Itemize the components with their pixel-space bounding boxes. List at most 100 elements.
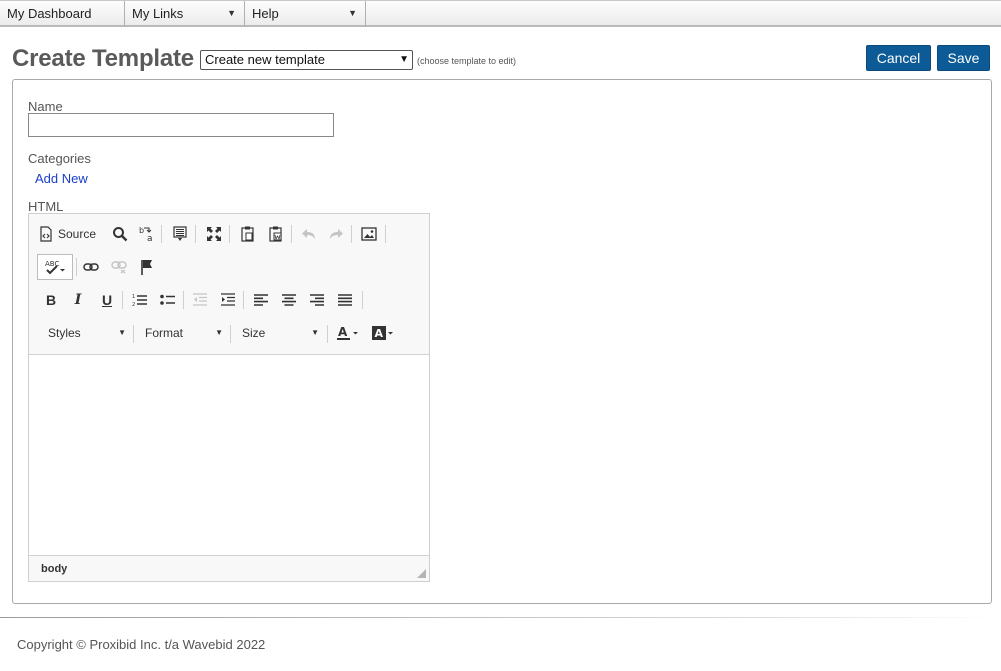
find-icon (113, 227, 128, 242)
undo-button[interactable] (298, 223, 320, 245)
bg-color-icon: A (372, 326, 393, 340)
anchor-icon (141, 260, 152, 275)
format-combo-label: Format (145, 326, 184, 340)
editor-path-bar: body (29, 555, 429, 581)
justify-button[interactable] (334, 289, 356, 311)
chevron-down-icon: ▼ (399, 54, 409, 65)
italic-icon[interactable]: I (67, 289, 89, 311)
html-editor: Source ba ABC B I U 1 2 Styles ▼ Format … (28, 213, 430, 582)
replace-icon: ba (139, 226, 153, 243)
svg-text:b: b (139, 226, 144, 235)
element-path-body[interactable]: body (41, 563, 67, 575)
footer-divider (0, 617, 1001, 618)
top-nav: My Dashboard My Links ▼ Help ▼ (0, 0, 1001, 27)
styles-combo-label: Styles (48, 326, 81, 340)
maximize-icon (207, 227, 221, 241)
save-button[interactable]: Save (937, 45, 990, 71)
name-input[interactable] (28, 113, 334, 137)
template-select[interactable]: Create new template ▼ (200, 50, 413, 70)
maximize-button[interactable] (203, 223, 225, 245)
resize-handle-icon[interactable] (417, 569, 426, 578)
add-new-category-link[interactable]: Add New (35, 171, 88, 186)
find-button[interactable] (109, 223, 131, 245)
template-select-value: Create new template (205, 52, 325, 67)
toolbar-separator (362, 291, 363, 309)
select-all-icon (173, 226, 187, 241)
redo-button[interactable] (325, 223, 347, 245)
source-icon (40, 226, 52, 242)
anchor-button[interactable] (136, 256, 158, 278)
size-combo[interactable]: Size ▼ (242, 323, 319, 343)
outdent-button[interactable] (189, 289, 211, 311)
replace-button[interactable]: ba (136, 223, 158, 245)
align-center-button[interactable] (278, 289, 300, 311)
underline-icon[interactable]: U (96, 289, 118, 311)
nav-my-dashboard-label: My Dashboard (7, 6, 92, 21)
toolbar-separator (195, 225, 196, 243)
svg-text:2: 2 (132, 302, 135, 307)
undo-icon (302, 229, 315, 239)
cancel-button[interactable]: Cancel (866, 45, 931, 71)
nav-my-links-label: My Links (132, 6, 184, 21)
link-button[interactable] (80, 256, 102, 278)
chevron-down-icon: ▼ (227, 8, 236, 18)
bg-color-button[interactable]: A (369, 322, 397, 344)
toolbar-separator (183, 291, 184, 309)
chevron-down-icon: ▼ (118, 328, 126, 337)
chevron-down-icon: ▼ (311, 328, 319, 337)
toolbar-separator (133, 325, 134, 343)
toolbar-separator (122, 291, 123, 309)
paste-word-icon (269, 226, 282, 242)
text-color-button[interactable]: A (334, 322, 362, 344)
editor-toolbar: Source ba ABC B I U 1 2 Styles ▼ Format … (29, 214, 429, 355)
size-combo-label: Size (242, 326, 266, 340)
footer-copyright: Copyright © Proxibid Inc. t/a Wavebid 20… (17, 637, 266, 652)
numbered-list-icon: 12 (132, 294, 147, 307)
image-button[interactable] (358, 223, 380, 245)
toolbar-separator (161, 225, 162, 243)
source-label: Source (58, 227, 97, 241)
select-all-button[interactable] (169, 223, 191, 245)
image-icon (361, 227, 377, 241)
page-title: Create Template (12, 45, 194, 72)
align-right-icon (310, 294, 324, 306)
justify-icon (338, 294, 352, 306)
paste-word-button[interactable] (265, 223, 287, 245)
nav-help[interactable]: Help ▼ (245, 1, 366, 26)
align-left-button[interactable] (250, 289, 272, 311)
outdent-icon (193, 293, 207, 306)
toolbar-separator (230, 325, 231, 343)
paste-icon (241, 226, 254, 242)
svg-text:A: A (375, 327, 384, 340)
numbered-list-button[interactable]: 12 (129, 289, 151, 311)
indent-button[interactable] (217, 289, 239, 311)
align-right-button[interactable] (306, 289, 328, 311)
paste-button[interactable] (237, 223, 259, 245)
source-button[interactable]: Source (39, 223, 105, 245)
name-label: Name (28, 99, 63, 114)
nav-my-links[interactable]: My Links ▼ (125, 1, 245, 26)
categories-label: Categories (28, 151, 91, 166)
svg-text:a: a (147, 234, 153, 243)
html-label: HTML (28, 199, 64, 214)
toolbar-separator (327, 325, 328, 343)
bold-icon[interactable]: B (40, 289, 62, 311)
spellcheck-button[interactable]: ABC (37, 254, 73, 280)
svg-text:1: 1 (132, 294, 135, 300)
unlink-button[interactable] (108, 256, 130, 278)
unlink-icon (111, 261, 127, 274)
redo-icon (330, 229, 343, 239)
toolbar-separator (291, 225, 292, 243)
link-icon (83, 263, 99, 271)
editor-content-area[interactable] (29, 356, 429, 555)
align-center-icon (282, 294, 296, 306)
nav-help-label: Help (252, 6, 279, 21)
toolbar-separator (243, 291, 244, 309)
format-combo[interactable]: Format ▼ (145, 323, 223, 343)
styles-combo[interactable]: Styles ▼ (48, 323, 126, 343)
bulleted-list-button[interactable] (157, 289, 179, 311)
svg-text:A: A (338, 325, 348, 339)
nav-my-dashboard[interactable]: My Dashboard (0, 1, 125, 26)
chevron-down-icon: ▼ (215, 328, 223, 337)
spellcheck-icon: ABC (45, 260, 65, 275)
